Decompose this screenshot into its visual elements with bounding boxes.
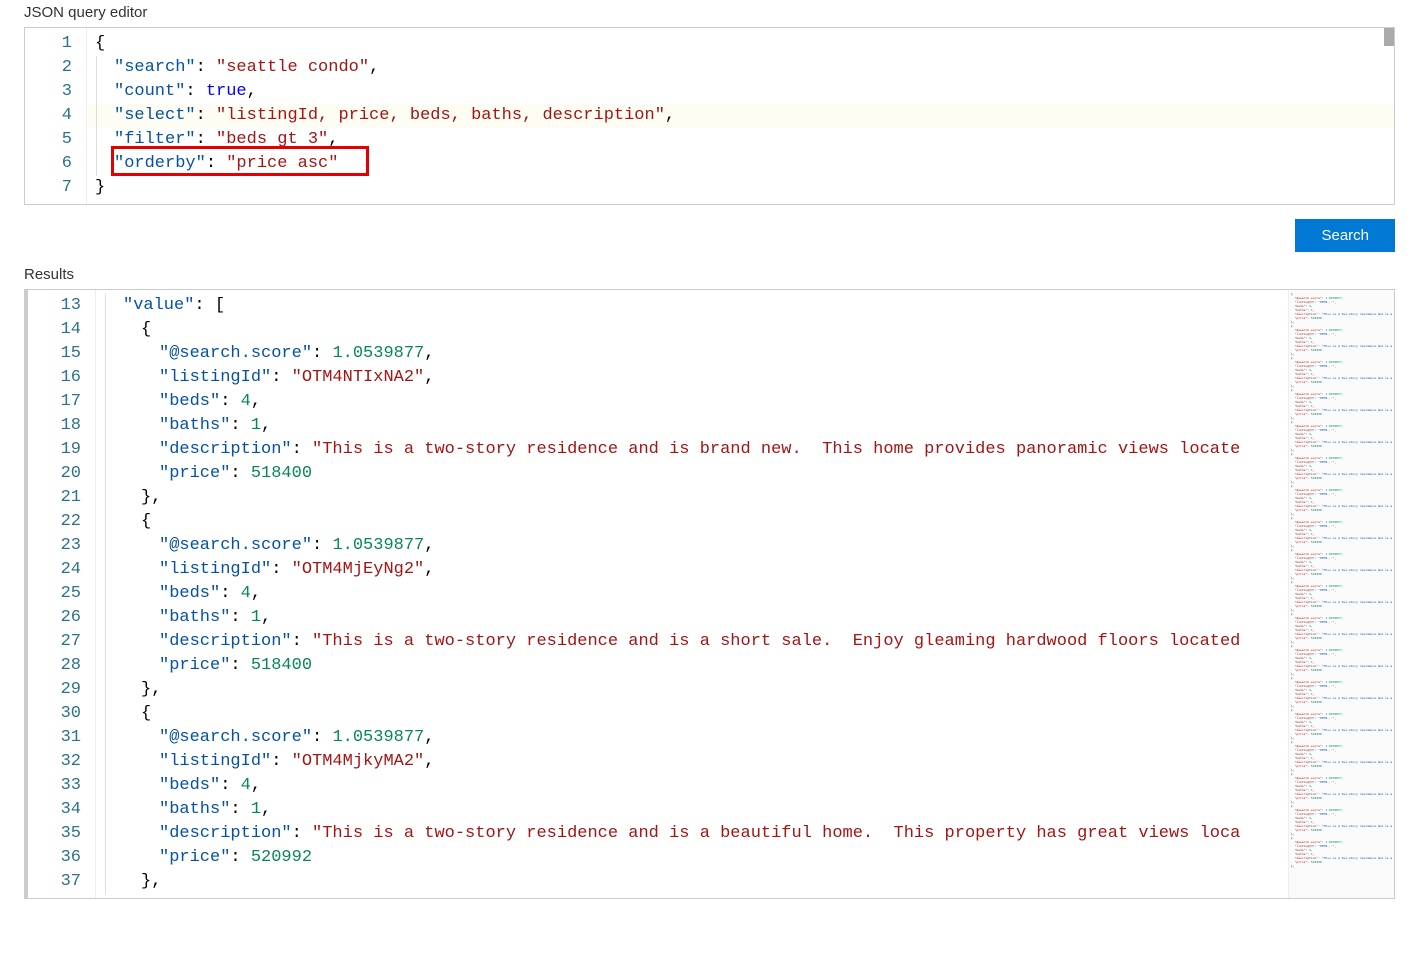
results-code-body[interactable]: "value": [{"@search.score": 1.0539877,"l… [96,290,1288,898]
code-line[interactable]: "baths": 1, [104,798,1288,822]
code-line[interactable]: "@search.score": 1.0539877, [104,342,1288,366]
code-line[interactable]: "search": "seattle condo", [95,56,1394,80]
editor-title-label: JSON query editor [0,0,1419,27]
query-editor[interactable]: 1234567 {"search": "seattle condo","coun… [24,27,1395,205]
code-line[interactable]: "listingId": "OTM4MjEyNg2", [104,558,1288,582]
code-line[interactable]: "orderby": "price asc" [95,152,1394,176]
code-line[interactable]: { [95,32,1394,56]
code-line[interactable]: "beds": 4, [104,582,1288,606]
code-line[interactable]: }, [104,486,1288,510]
code-line[interactable]: "price": 520992 [104,846,1288,870]
code-line[interactable]: "price": 518400 [104,462,1288,486]
code-line[interactable]: { [104,318,1288,342]
code-line[interactable]: "description": "This is a two-story resi… [104,438,1288,462]
code-line[interactable]: { [104,510,1288,534]
results-title-label: Results [0,262,1419,289]
code-line[interactable]: "listingId": "OTM4NTIxNA2", [104,366,1288,390]
code-line[interactable]: "baths": 1, [104,606,1288,630]
code-line[interactable]: "listingId": "OTM4MjkyMA2", [104,750,1288,774]
code-line[interactable]: "beds": 4, [104,774,1288,798]
code-line[interactable]: "price": 518400 [104,654,1288,678]
code-line[interactable]: }, [104,870,1288,894]
scrollbar-handle[interactable] [1384,28,1394,46]
query-code-body[interactable]: {"search": "seattle condo","count": true… [87,28,1394,204]
code-line[interactable]: "filter": "beds gt 3", [95,128,1394,152]
search-button[interactable]: Search [1295,219,1395,252]
code-line[interactable]: "value": [ [104,294,1288,318]
query-gutter: 1234567 [25,28,87,204]
code-line[interactable]: "@search.score": 1.0539877, [104,726,1288,750]
code-line[interactable]: } [95,176,1394,200]
code-line[interactable]: "description": "This is a two-story resi… [104,630,1288,654]
minimap[interactable]: { "@search.score": 1.0539877, "listingId… [1288,290,1394,898]
results-viewer[interactable]: 1314151617181920212223242526272829303132… [24,289,1395,899]
code-line[interactable]: "select": "listingId, price, beds, baths… [95,104,1394,128]
code-line[interactable]: "@search.score": 1.0539877, [104,534,1288,558]
code-line[interactable]: "count": true, [95,80,1394,104]
code-line[interactable]: "baths": 1, [104,414,1288,438]
code-line[interactable]: "description": "This is a two-story resi… [104,822,1288,846]
code-line[interactable]: }, [104,678,1288,702]
code-line[interactable]: "beds": 4, [104,390,1288,414]
code-line[interactable]: { [104,702,1288,726]
results-gutter: 1314151617181920212223242526272829303132… [28,290,96,898]
